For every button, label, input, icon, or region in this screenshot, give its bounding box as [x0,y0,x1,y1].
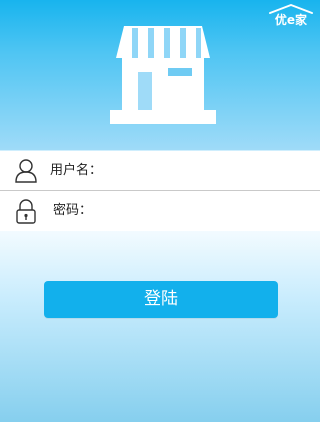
username-row: 用户名： [0,151,320,191]
password-input[interactable] [108,199,304,223]
password-label: 密码： [53,203,93,218]
brand-logo-text: 优e家 [275,12,308,27]
login-button[interactable]: 登陆 [44,281,278,318]
username-label: 用户名： [50,163,103,178]
shop-icon [110,26,216,124]
brand-logo: 优e家 [269,4,313,27]
lock-icon [16,199,36,224]
user-icon [15,159,37,183]
username-input[interactable] [108,159,304,183]
password-row: 密码： [0,191,320,231]
